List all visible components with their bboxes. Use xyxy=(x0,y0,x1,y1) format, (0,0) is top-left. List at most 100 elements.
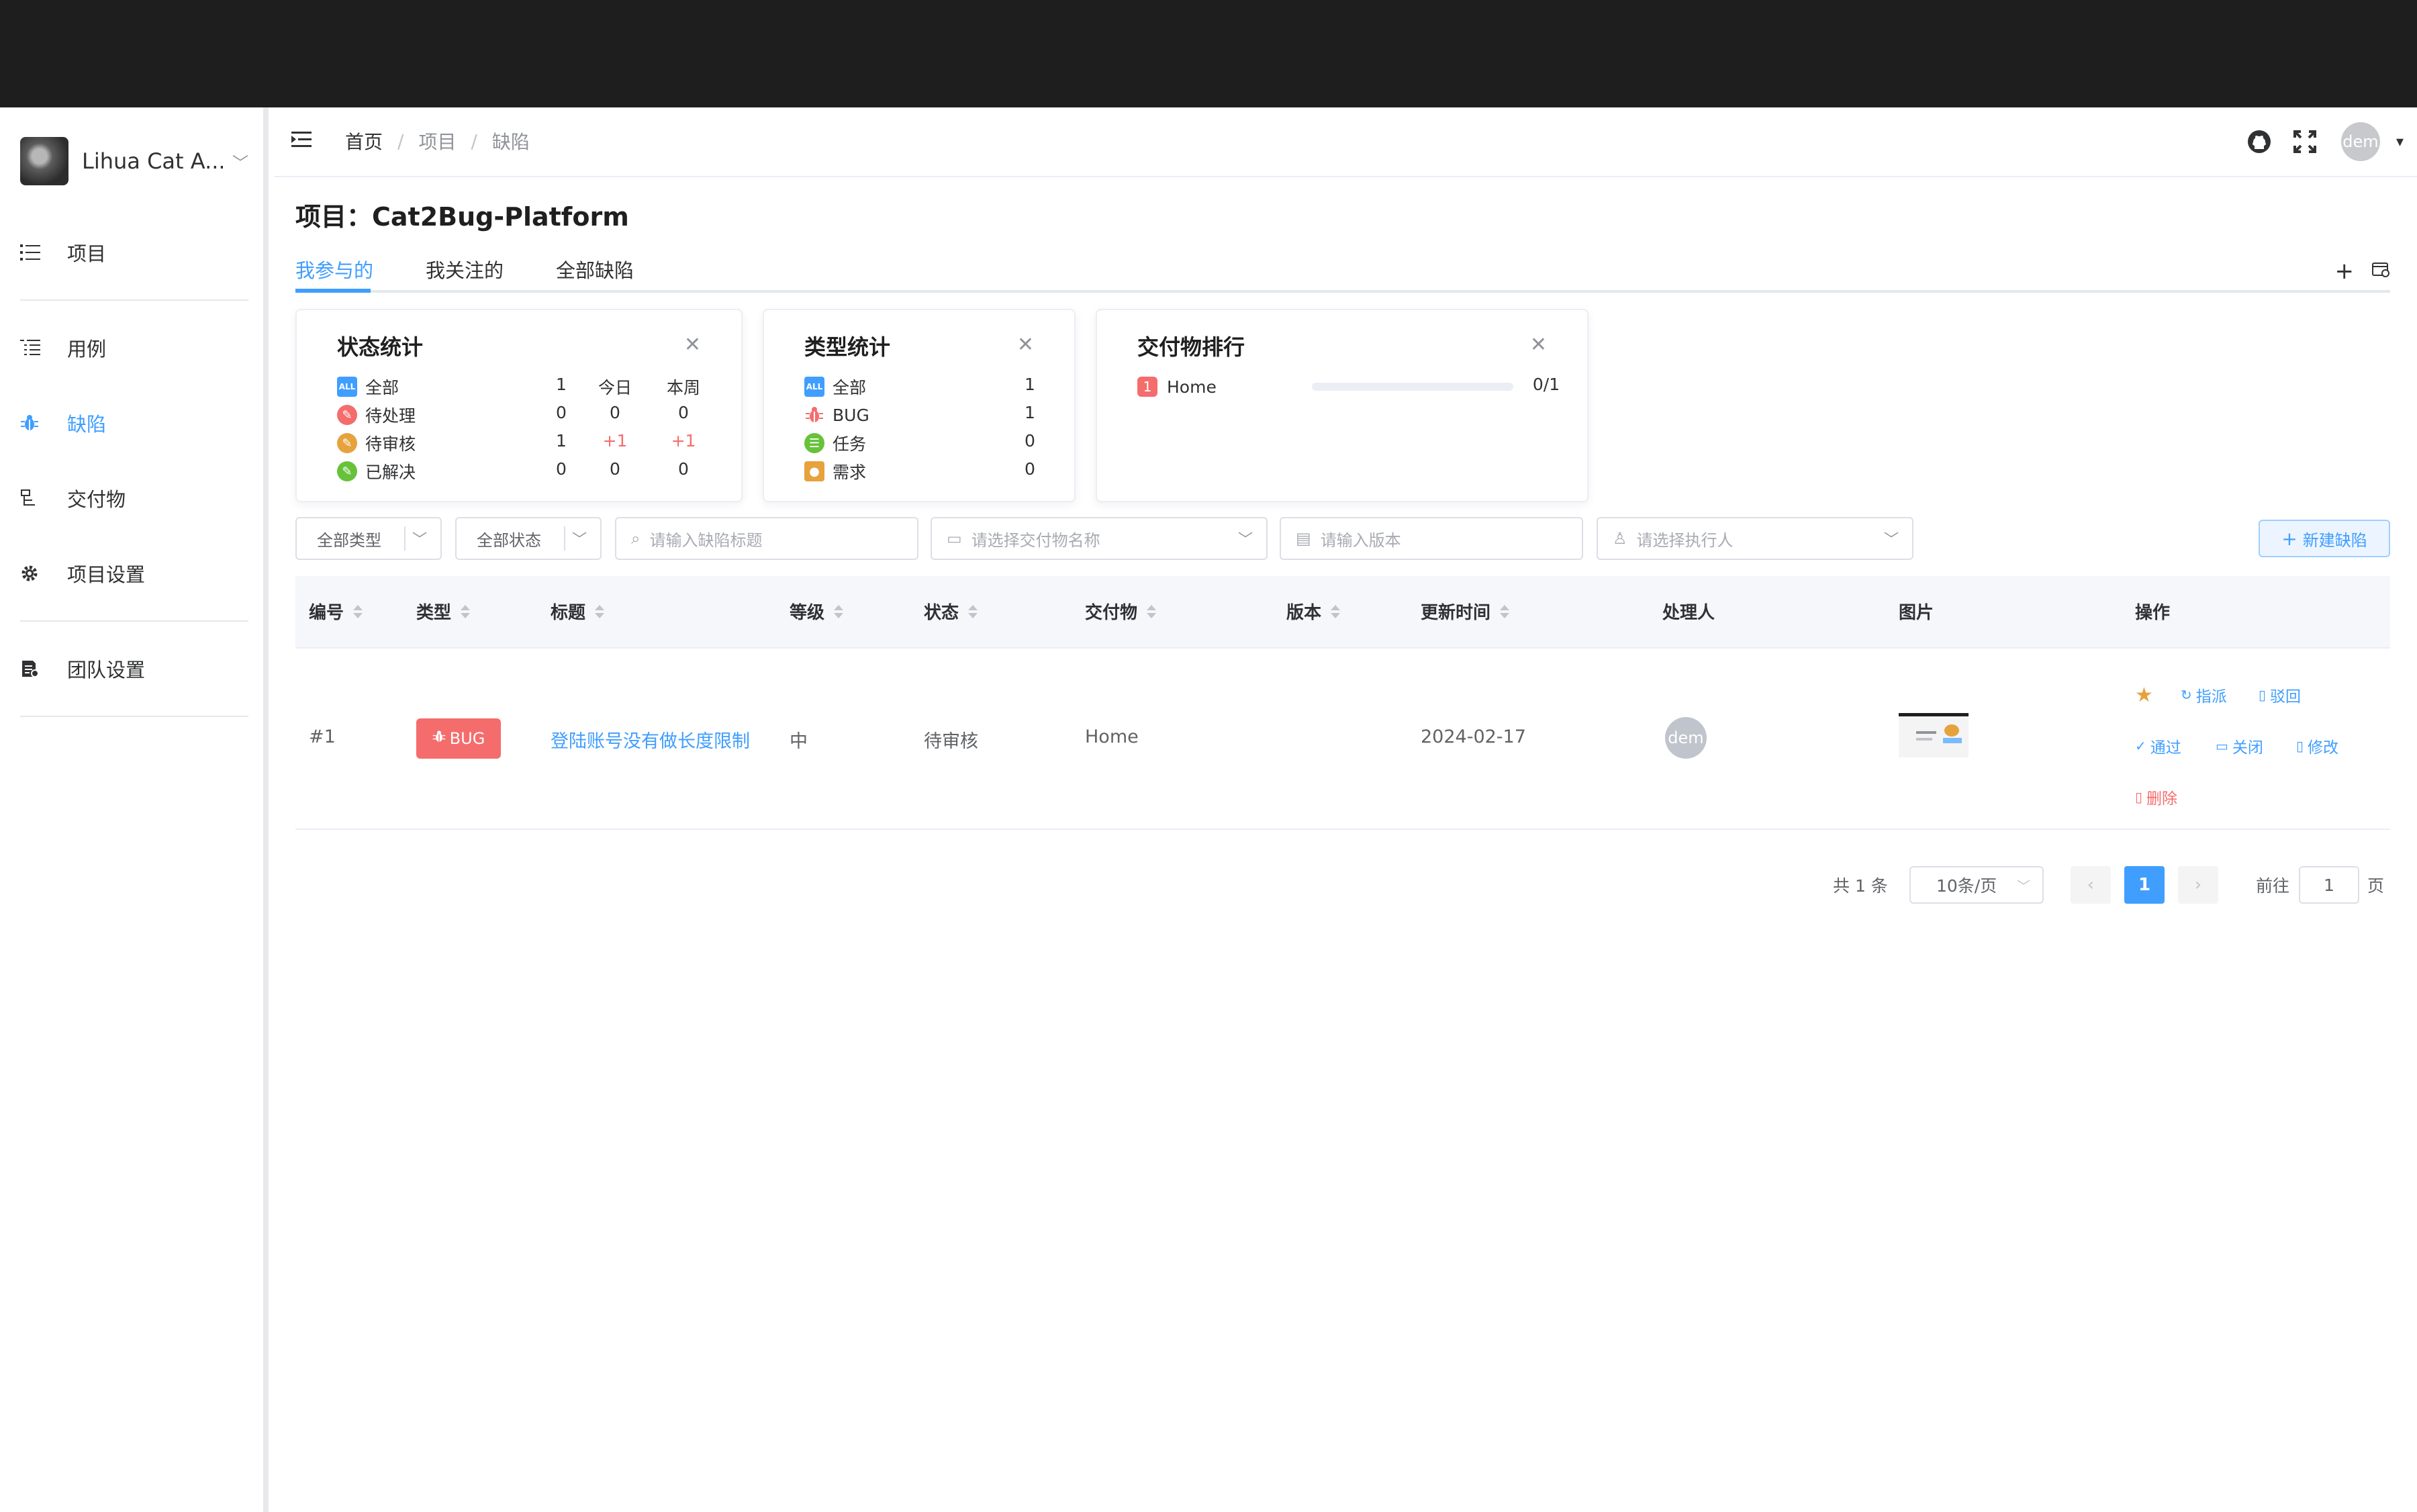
star-icon[interactable]: ★ xyxy=(2135,683,2153,707)
column-label: 类型 xyxy=(416,603,452,623)
sidebar-item-projects[interactable]: 项目 xyxy=(20,226,248,279)
version-input[interactable]: ▤ 请输入版本 xyxy=(1280,517,1583,560)
chevron-down-icon: ﹀ xyxy=(1883,532,1899,549)
page-header: 首页 / 项目 / 缺陷 dem ▾ xyxy=(274,107,2417,177)
plus-icon: + xyxy=(2281,527,2297,550)
assignee-select[interactable]: ♙ 请选择执行人 ﹀ xyxy=(1597,517,1913,560)
total-count: 共 1 条 xyxy=(1833,876,1888,896)
goto-prefix-label: 前往 xyxy=(2256,876,2290,896)
column-header-title[interactable]: 标题 xyxy=(551,599,605,624)
sidebar-item-cases[interactable]: 用例 xyxy=(20,321,248,375)
team-switcher[interactable]: Lihua Cat A... ﹀ xyxy=(20,134,248,188)
sort-icon[interactable] xyxy=(834,604,844,618)
page-number-current[interactable]: 1 xyxy=(2124,866,2165,904)
rank-badge: 1 xyxy=(1137,377,1157,397)
search-icon: ⌕ xyxy=(631,529,641,548)
next-page-button[interactable]: › xyxy=(2178,866,2218,904)
column-label: 标题 xyxy=(551,603,586,623)
column-label: 图片 xyxy=(1899,603,1934,623)
assignee-placeholder: 请选择执行人 xyxy=(1636,530,1734,550)
close-icon[interactable]: ✕ xyxy=(684,333,701,357)
thumb-line xyxy=(1916,731,1936,734)
clipboard-icon: ▤ xyxy=(1296,529,1311,548)
github-icon[interactable] xyxy=(2243,126,2275,158)
sort-icon[interactable] xyxy=(1500,604,1510,618)
sidebar-item-label: 项目 xyxy=(67,242,107,265)
check-icon: ✓ xyxy=(2135,738,2146,754)
type-select[interactable]: 全部类型 ﹀ xyxy=(295,517,442,560)
sidebar-item-defects[interactable]: 缺陷 xyxy=(20,396,248,450)
tab-all-defects[interactable]: 全部缺陷 xyxy=(556,255,634,283)
stat-total: 1 xyxy=(556,431,567,451)
deliverable-select[interactable]: ▭ 请选择交付物名称 ﹀ xyxy=(931,517,1268,560)
close-icon[interactable]: ✕ xyxy=(1017,333,1034,357)
delete-label: 删除 xyxy=(2146,790,2178,808)
sort-icon[interactable] xyxy=(461,604,471,618)
column-header-version[interactable]: 版本 xyxy=(1286,599,1341,624)
card-title: 交付物排行 xyxy=(1137,334,1245,360)
type-stats-card: 类型统计 ✕ ALL 全部 1 BUG 1 ☰ 任务 0 ● 需求 0 xyxy=(763,309,1076,502)
column-header-level[interactable]: 等级 xyxy=(790,599,844,624)
sidebar-item-deliverables[interactable]: 交付物 xyxy=(20,471,248,525)
new-defect-button[interactable]: + 新建缺陷 xyxy=(2259,520,2390,557)
column-header-state[interactable]: 状态 xyxy=(924,599,978,624)
page-size-select[interactable]: 10条/页 ﹀ xyxy=(1909,866,2044,904)
breadcrumb-home[interactable]: 首页 xyxy=(345,128,383,154)
sort-icon[interactable] xyxy=(968,604,978,618)
sidebar-item-team-settings[interactable]: 团队设置 xyxy=(20,642,248,696)
close-icon[interactable]: ✕ xyxy=(1530,333,1547,357)
tab-followed[interactable]: 我关注的 xyxy=(426,255,504,283)
team-doc-icon xyxy=(20,659,54,678)
type-label: 全部 xyxy=(833,378,867,397)
user-avatar[interactable]: dem xyxy=(2340,122,2380,161)
stat-row-pending: ✎ 待处理 xyxy=(337,401,416,428)
close-defect-button[interactable]: ▭ 关闭 xyxy=(2216,735,2263,757)
delete-button[interactable]: ▯ 删除 xyxy=(2135,786,2177,808)
sort-icon[interactable] xyxy=(595,604,605,618)
chevron-down-icon: ﹀ xyxy=(571,532,587,549)
column-header-id[interactable]: 编号 xyxy=(309,599,363,624)
fullscreen-icon[interactable] xyxy=(2289,126,2321,158)
assign-button[interactable]: ↻ 指派 xyxy=(2181,683,2227,706)
pass-button[interactable]: ✓ 通过 xyxy=(2135,735,2181,757)
tab-participated[interactable]: 我参与的 xyxy=(295,255,373,283)
collapse-menu-icon[interactable] xyxy=(290,128,320,157)
stat-label: 待审核 xyxy=(365,434,416,454)
add-tab-icon[interactable]: + xyxy=(2335,258,2355,285)
task-icon: ☰ xyxy=(804,433,824,453)
prev-page-button[interactable]: ‹ xyxy=(2071,866,2111,904)
stat-total: 0 xyxy=(556,459,567,479)
column-week: 本周 xyxy=(666,378,700,397)
goto-prefix: 前往 xyxy=(2256,866,2289,904)
breadcrumb-projects[interactable]: 项目 xyxy=(418,128,456,154)
sort-icon[interactable] xyxy=(1147,604,1157,618)
title-search-input[interactable]: ⌕ 请输入缺陷标题 xyxy=(615,517,918,560)
stat-label: 已解决 xyxy=(365,463,416,482)
column-header-updated[interactable]: 更新时间 xyxy=(1421,599,1510,624)
breadcrumb-defects: 缺陷 xyxy=(491,131,530,153)
team-name: Lihua Cat A... xyxy=(82,148,223,174)
header-tools: dem ▾ xyxy=(2243,122,2404,161)
ranking-progress-bar xyxy=(1312,383,1513,391)
sidebar: Lihua Cat A... ﹀ 项目 用例 缺陷 交付物 项目设置 团队设置 xyxy=(0,107,269,1512)
goto-page-input[interactable]: 1 xyxy=(2299,866,2359,904)
caret-down-icon[interactable]: ▾ xyxy=(2396,134,2404,150)
defect-title-link[interactable]: 登陆账号没有做长度限制 xyxy=(551,726,750,753)
sort-icon[interactable] xyxy=(353,604,363,618)
status-stats-card: 状态统计 ✕ 今日 本周 ALL 全部 1 ✎ 待处理 0 0 0 ✎ 待审核 … xyxy=(295,309,743,502)
table-row: #1 BUG 登陆账号没有做长度限制 中 待审核 Home 2024-02-17… xyxy=(295,649,2390,830)
state-select[interactable]: 全部状态 ﹀ xyxy=(455,517,602,560)
sidebar-item-project-settings[interactable]: 项目设置 xyxy=(20,547,248,600)
reject-button[interactable]: ▯ 驳回 xyxy=(2259,683,2301,706)
type-count: 1 xyxy=(1025,375,1035,394)
pass-label: 通过 xyxy=(2150,739,2181,757)
column-header-type[interactable]: 类型 xyxy=(416,599,471,624)
thumb-shape xyxy=(1943,738,1962,743)
sort-icon[interactable] xyxy=(1331,604,1341,618)
edit-button[interactable]: ▯ 修改 xyxy=(2296,735,2338,757)
panel-settings-icon[interactable] xyxy=(2371,258,2390,285)
column-header-deliverable[interactable]: 交付物 xyxy=(1085,599,1157,624)
box-icon: ▭ xyxy=(947,529,962,548)
sidebar-item-label: 交付物 xyxy=(67,488,126,511)
defect-image-thumbnail[interactable] xyxy=(1899,713,1969,757)
